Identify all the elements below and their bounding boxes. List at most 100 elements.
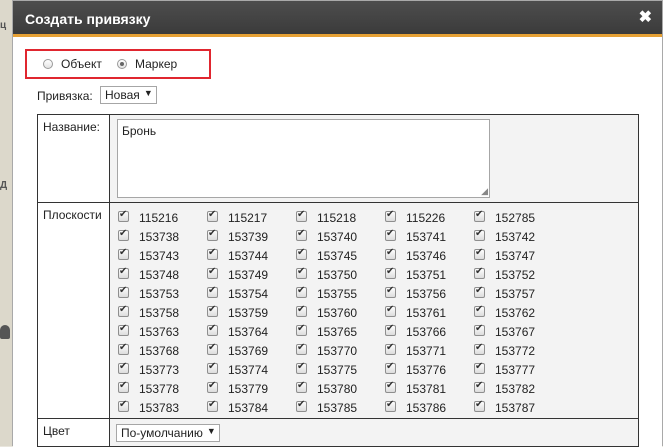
map-label-1: ц [0,20,7,31]
plane-checkbox-item: 153776 [385,360,473,378]
plane-checkbox[interactable] [207,380,218,393]
plane-checkbox[interactable] [207,342,218,355]
plane-checkbox[interactable] [474,399,485,412]
plane-checkbox[interactable] [118,247,129,260]
plane-checkbox[interactable] [474,304,485,317]
name-textarea[interactable]: Бронь ◢ [117,119,490,198]
plane-checkbox[interactable] [385,209,396,222]
plane-checkbox[interactable] [474,361,485,374]
plane-checkbox-item: 153746 [385,246,473,264]
create-binding-dialog: Создать привязку ✖ Объект Маркер Привязк… [12,0,663,447]
plane-checkbox[interactable] [207,361,218,374]
plane-checkbox[interactable] [474,228,485,241]
plane-checkbox[interactable] [296,247,307,260]
plane-checkbox[interactable] [207,247,218,260]
plane-checkbox-item: 153760 [296,303,384,321]
plane-checkbox[interactable] [118,342,129,355]
plane-checkbox-label: 153761 [406,306,447,320]
plane-checkbox[interactable] [385,342,396,355]
plane-checkbox-label: 153747 [495,249,536,263]
plane-checkbox[interactable] [474,247,485,260]
plane-checkbox-item: 153750 [296,265,384,283]
plane-checkbox[interactable] [118,285,129,298]
map-pin-icon [0,325,10,339]
plane-checkbox-label: 153745 [317,249,358,263]
plane-checkbox[interactable] [118,323,129,336]
plane-checkbox[interactable] [385,228,396,241]
plane-checkbox[interactable] [296,304,307,317]
plane-checkbox-item: 153771 [385,341,473,359]
plane-checkbox-item: 153761 [385,303,473,321]
plane-checkbox[interactable] [118,380,129,393]
plane-checkbox-item: 153759 [207,303,295,321]
plane-checkbox[interactable] [296,209,307,222]
binding-form-table: Название: Бронь ◢ Плоскости 115216 115217… [37,114,639,447]
chevron-down-icon: ▼ [143,88,153,98]
close-icon[interactable]: ✖ [639,10,652,26]
plane-checkbox[interactable] [118,209,129,222]
plane-checkbox[interactable] [296,285,307,298]
plane-checkbox[interactable] [118,399,129,412]
radio-object[interactable] [43,59,53,69]
plane-checkbox-label: 152785 [495,211,536,225]
planes-row: Плоскости 115216 115217 115218 115226 152785… [37,202,639,419]
plane-checkbox-label: 153746 [406,249,447,263]
dialog-title: Создать привязку [25,11,151,27]
plane-checkbox[interactable] [118,266,129,279]
binding-label: Привязка: [37,89,93,103]
plane-checkbox-item: 153764 [207,322,295,340]
plane-checkbox[interactable] [474,285,485,298]
name-label: Название: [43,120,100,134]
plane-checkbox[interactable] [207,228,218,241]
plane-checkbox[interactable] [296,399,307,412]
plane-checkbox-item: 153782 [474,379,562,397]
plane-checkbox[interactable] [207,399,218,412]
plane-checkbox[interactable] [296,323,307,336]
plane-checkbox[interactable] [474,266,485,279]
plane-checkbox[interactable] [118,304,129,317]
resize-handle-icon[interactable]: ◢ [481,187,488,196]
plane-checkbox[interactable] [474,323,485,336]
plane-checkbox-label: 153786 [406,401,447,415]
plane-checkbox[interactable] [296,380,307,393]
plane-checkbox[interactable] [385,285,396,298]
plane-checkbox[interactable] [385,380,396,393]
plane-checkbox-label: 153765 [317,325,358,339]
plane-checkbox-label: 153767 [495,325,536,339]
plane-checkbox[interactable] [296,266,307,279]
plane-checkbox[interactable] [296,342,307,355]
radio-marker[interactable] [117,59,127,69]
name-row: Название: Бронь ◢ [37,114,639,203]
plane-checkbox[interactable] [385,266,396,279]
radio-marker-label: Маркер [135,57,178,71]
plane-checkbox[interactable] [207,266,218,279]
plane-checkbox-label: 153770 [317,344,358,358]
plane-checkbox[interactable] [385,361,396,374]
dialog-titlebar: Создать привязку ✖ [13,1,662,37]
plane-checkbox[interactable] [385,304,396,317]
plane-checkbox-item: 153748 [118,265,206,283]
color-select-value: По-умолчанию [121,426,203,440]
plane-checkbox[interactable] [474,209,485,222]
binding-select[interactable]: Новая ▼ [100,86,157,104]
plane-checkbox-item: 153779 [207,379,295,397]
plane-checkbox[interactable] [207,304,218,317]
plane-checkbox[interactable] [385,323,396,336]
plane-checkbox[interactable] [296,228,307,241]
plane-checkbox-item: 153775 [296,360,384,378]
plane-checkbox[interactable] [474,380,485,393]
plane-checkbox-label: 153775 [317,363,358,377]
plane-checkbox[interactable] [385,247,396,260]
plane-checkbox-item: 153762 [474,303,562,321]
plane-checkbox[interactable] [385,399,396,412]
plane-checkbox[interactable] [474,342,485,355]
plane-checkbox[interactable] [118,361,129,374]
plane-checkbox[interactable] [118,228,129,241]
plane-checkbox[interactable] [207,285,218,298]
color-select[interactable]: По-умолчанию ▼ [116,424,220,442]
plane-checkbox[interactable] [207,209,218,222]
plane-checkbox-item: 153778 [118,379,206,397]
plane-checkbox-label: 153751 [406,268,447,282]
plane-checkbox[interactable] [296,361,307,374]
plane-checkbox[interactable] [207,323,218,336]
